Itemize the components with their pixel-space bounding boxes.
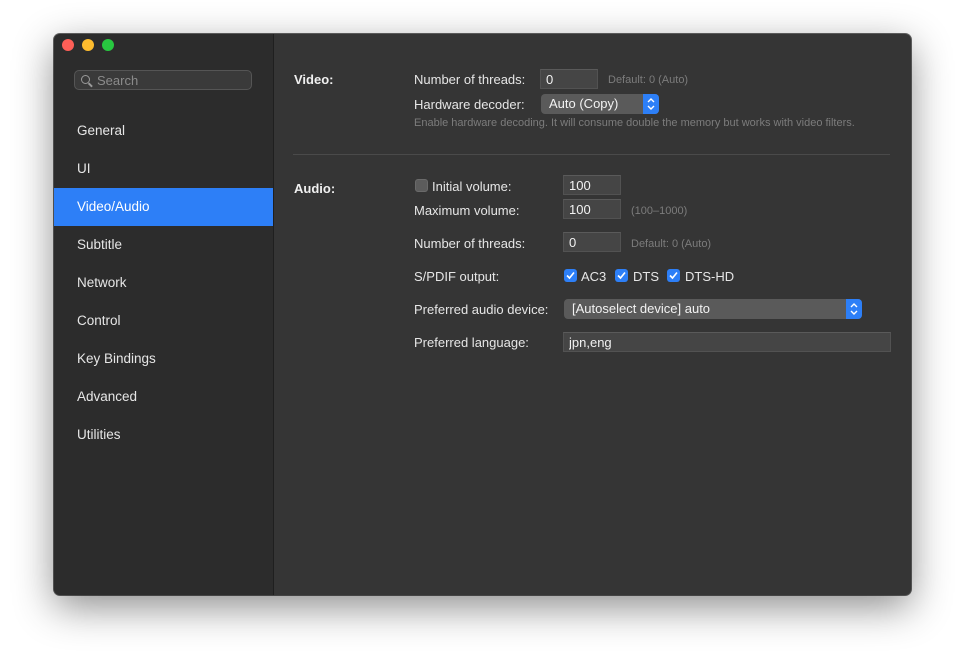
max-volume-hint: (100–1000) <box>631 205 688 217</box>
sidebar-item-key-bindings[interactable]: Key Bindings <box>54 340 273 378</box>
checkmark-icon <box>617 271 626 280</box>
max-volume-label: Maximum volume: <box>414 203 520 218</box>
spdif-dtshd-label: DTS-HD <box>685 269 735 284</box>
audio-device-label: Preferred audio device: <box>414 302 549 317</box>
audio-threads-hint: Default: 0 (Auto) <box>631 238 712 250</box>
sidebar: General UI Video/Audio Subtitle Network … <box>54 34 274 595</box>
sidebar-item-ui[interactable]: UI <box>54 150 273 188</box>
audio-section-label: Audio: <box>294 181 336 196</box>
audio-threads-label: Number of threads: <box>414 236 526 251</box>
sidebar-item-utilities[interactable]: Utilities <box>54 416 273 454</box>
search-input[interactable] <box>97 72 247 88</box>
sidebar-nav: General UI Video/Audio Subtitle Network … <box>54 112 273 454</box>
spdif-dts-label: DTS <box>633 269 659 284</box>
hardware-decoder-label: Hardware decoder: <box>414 97 525 112</box>
audio-threads-input[interactable] <box>563 232 621 252</box>
sidebar-item-advanced[interactable]: Advanced <box>54 378 273 416</box>
sidebar-item-video-audio[interactable]: Video/Audio <box>54 188 273 226</box>
video-section-label: Video: <box>294 72 334 87</box>
sidebar-item-general[interactable]: General <box>54 112 273 150</box>
minimize-window-button[interactable] <box>82 39 94 51</box>
hardware-decoder-value: Auto (Copy) <box>549 96 619 111</box>
spdif-ac3-checkbox[interactable] <box>564 269 577 282</box>
audio-device-value: [Autoselect device] auto <box>572 301 711 316</box>
select-arrows-icon <box>643 94 659 114</box>
sidebar-item-network[interactable]: Network <box>54 264 273 302</box>
spdif-dts-checkbox[interactable] <box>615 269 628 282</box>
checkmark-icon <box>669 271 678 280</box>
hardware-decoder-hint: Enable hardware decoding. It will consum… <box>414 117 855 129</box>
sidebar-item-subtitle[interactable]: Subtitle <box>54 226 273 264</box>
search-icon <box>81 75 90 84</box>
close-window-button[interactable] <box>62 39 74 51</box>
initial-volume-label: Initial volume: <box>432 179 512 194</box>
spdif-output-label: S/PDIF output: <box>414 269 500 284</box>
video-threads-hint: Default: 0 (Auto) <box>608 74 689 86</box>
checkmark-icon <box>566 271 575 280</box>
window-controls <box>62 39 114 51</box>
video-threads-label: Number of threads: <box>414 72 526 87</box>
spdif-dtshd-checkbox[interactable] <box>667 269 680 282</box>
preferred-language-label: Preferred language: <box>414 335 529 350</box>
section-divider <box>293 154 890 155</box>
video-threads-input[interactable] <box>540 69 598 89</box>
settings-content: Video: Number of threads: Default: 0 (Au… <box>274 34 911 595</box>
max-volume-input[interactable] <box>563 199 621 219</box>
audio-device-select[interactable]: [Autoselect device] auto <box>564 299 862 319</box>
hardware-decoder-select[interactable]: Auto (Copy) <box>541 94 659 114</box>
initial-volume-checkbox[interactable] <box>415 179 428 192</box>
sidebar-item-control[interactable]: Control <box>54 302 273 340</box>
zoom-window-button[interactable] <box>102 39 114 51</box>
select-arrows-icon <box>846 299 862 319</box>
initial-volume-input[interactable] <box>563 175 621 195</box>
preferences-window: General UI Video/Audio Subtitle Network … <box>54 34 911 595</box>
spdif-ac3-label: AC3 <box>581 269 607 284</box>
preferred-language-input[interactable] <box>563 332 891 352</box>
search-box[interactable] <box>74 70 252 90</box>
